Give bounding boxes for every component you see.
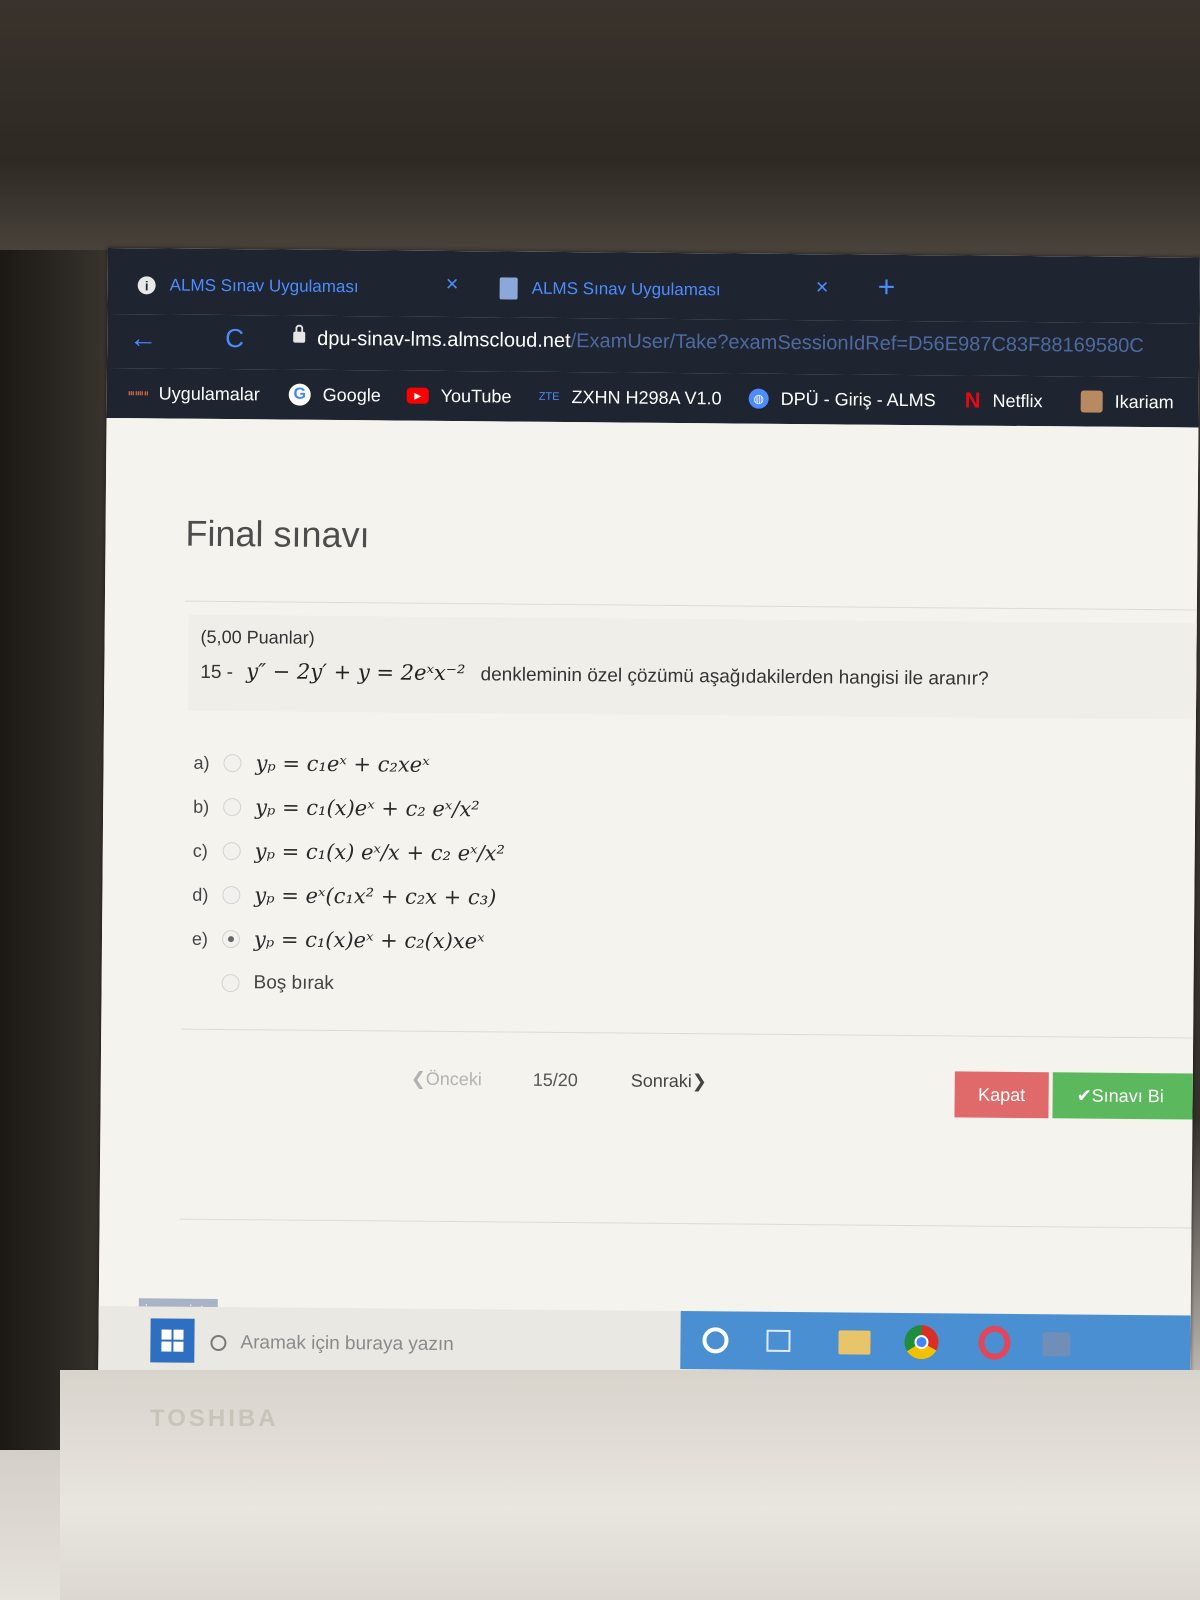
bookmark-label: Netflix — [992, 390, 1043, 411]
option-text: yₚ = eˣ(c₁x² + c₂x + c₃) — [254, 883, 497, 910]
option-a-radio[interactable] — [223, 754, 242, 773]
question-equation: y″ − 2y′ + y = 2eˣx⁻² — [246, 659, 466, 686]
exam-page: Final sınavı (5,00 Puanlar) 15 - y″ − 2y… — [98, 417, 1200, 1388]
url-path: /ExamUser/Take?examSessionIdRef=D56E987C… — [570, 330, 1144, 358]
question-number: 15 - — [200, 661, 234, 684]
question-points: (5,00 Puanlar) — [200, 626, 315, 648]
search-placeholder: Aramak için buraya yazın — [240, 1332, 454, 1356]
netflix-icon: N — [964, 387, 981, 413]
previous-button[interactable]: ❮Önceki — [411, 1069, 482, 1091]
question-line: 15 - y″ − 2y′ + y = 2eˣx⁻² denkleminin ö… — [200, 659, 989, 691]
apps-icon — [128, 384, 147, 402]
option-b-radio[interactable] — [223, 798, 242, 817]
option-letter: e) — [191, 928, 209, 949]
divider — [179, 1218, 1200, 1230]
bookmark-label: Ikariam — [1114, 391, 1174, 412]
taskbar-apps — [680, 1311, 1191, 1374]
bookmark-google[interactable]: G Google — [288, 382, 381, 409]
option-text: yₚ = c₁(x)eˣ + c₂ eˣ/x² — [255, 795, 480, 822]
option-letter: a) — [193, 752, 210, 773]
bookmark-youtube[interactable]: ▶ YouTube — [406, 383, 512, 410]
cortana-icon[interactable] — [702, 1327, 729, 1354]
option-text: yₚ = c₁(x) eˣ/x + c₂ eˣ/x² — [254, 839, 505, 866]
divider — [184, 600, 1200, 612]
answer-options: a) yₚ = c₁eˣ + c₂xeˣ b) yₚ = c₁(x)eˣ + c… — [191, 741, 505, 1008]
google-icon: G — [288, 383, 311, 406]
bookmark-zte[interactable]: ZTE ZXHN H298A V1.0 — [539, 384, 722, 412]
question-box: (5,00 Puanlar) 15 - y″ − 2y′ + y = 2eˣx⁻… — [187, 614, 1200, 721]
info-icon: i — [137, 276, 156, 295]
reload-icon[interactable]: C — [225, 323, 244, 354]
finish-exam-button[interactable]: ✔Sınavı Bi — [1052, 1072, 1200, 1120]
option-c-radio[interactable] — [222, 842, 241, 861]
windows-icon — [161, 1329, 184, 1352]
device-brand: TOSHIBA — [150, 1405, 279, 1432]
tab-title: ALMS Sınav Uygulaması — [531, 278, 721, 300]
option-e[interactable]: e) yₚ = c₁(x)eˣ + c₂(x)xeˣ — [192, 917, 504, 964]
file-explorer-icon[interactable] — [838, 1330, 871, 1355]
divider — [181, 1028, 1200, 1040]
option-d[interactable]: d) yₚ = eˣ(c₁x² + c₂x + c₃) — [192, 873, 504, 920]
option-letter: b) — [193, 796, 210, 817]
bookmark-label: YouTube — [440, 385, 512, 407]
option-e-radio[interactable] — [221, 930, 241, 949]
new-tab-icon[interactable]: + — [878, 271, 896, 305]
chrome-icon[interactable] — [904, 1324, 939, 1360]
address-bar-row: ← C dpu-sinav-lms.almscloud.net/ExamUser… — [106, 313, 1200, 378]
url-host: dpu-sinav-lms.almscloud.net — [317, 327, 571, 353]
option-blank-radio[interactable] — [221, 974, 240, 993]
browser-tab-bar: i ALMS Sınav Uygulaması × ALMS Sınav Uyg… — [107, 248, 1200, 324]
option-text: Boş bırak — [253, 972, 334, 994]
bookmark-label: Uygulamalar — [158, 382, 260, 404]
option-blank[interactable]: Boş bırak — [191, 961, 503, 1008]
start-button[interactable] — [150, 1318, 195, 1363]
bookmark-label: ZXHN H298A V1.0 — [571, 386, 722, 408]
question-text: denkleminin özel çözümü aşağıdakilerden … — [480, 664, 989, 690]
laptop-screen: i ALMS Sınav Uygulaması × ALMS Sınav Uyg… — [98, 248, 1200, 1388]
browser-tab-1[interactable]: i ALMS Sınav Uygulaması — [137, 270, 359, 302]
option-text: yₚ = c₁eˣ + c₂xeˣ — [255, 751, 430, 777]
document-icon — [499, 277, 518, 300]
globe-icon: ◍ — [748, 388, 769, 409]
next-button[interactable]: Sonraki❯ — [631, 1071, 707, 1093]
search-icon — [210, 1334, 227, 1352]
option-text: yₚ = c₁(x)eˣ + c₂(x)xeˣ — [253, 927, 485, 954]
lock-icon — [293, 331, 306, 343]
bookmark-netflix[interactable]: N Netflix — [965, 387, 1043, 414]
taskbar-search[interactable]: Aramak için buraya yazın — [210, 1323, 670, 1367]
opera-icon[interactable] — [978, 1325, 1011, 1360]
close-exam-button[interactable]: Kapat — [954, 1071, 1049, 1119]
close-tab-2-icon[interactable]: × — [816, 274, 829, 300]
bookmark-ikariam[interactable]: Ikariam — [1080, 388, 1174, 415]
task-view-icon[interactable] — [766, 1329, 791, 1352]
url-field[interactable]: dpu-sinav-lms.almscloud.net/ExamUser/Tak… — [317, 328, 1144, 358]
page-title: Final sınavı — [185, 512, 370, 556]
back-arrow-icon[interactable]: ← — [129, 322, 157, 354]
option-a[interactable]: a) yₚ = c₁eˣ + c₂xeˣ — [193, 741, 505, 788]
bookmark-dpu[interactable]: ◍ DPÜ - Giriş - ALMS — [748, 386, 936, 414]
zte-icon: ZTE — [538, 390, 560, 403]
close-tab-1-icon[interactable]: × — [446, 271, 459, 297]
option-letter: d) — [192, 884, 209, 905]
youtube-icon: ▶ — [406, 387, 429, 404]
store-icon[interactable] — [1042, 1332, 1071, 1357]
option-b[interactable]: b) yₚ = c₁(x)eˣ + c₂ eˣ/x² — [193, 785, 505, 832]
bookmark-label: Google — [322, 384, 381, 405]
question-counter: 15/20 — [532, 1069, 578, 1091]
option-letter: c) — [192, 840, 208, 861]
bookmark-apps[interactable]: Uygulamalar — [128, 380, 260, 407]
tab-title: ALMS Sınav Uygulaması — [169, 275, 359, 297]
laptop-bezel-left — [0, 250, 112, 1450]
ikariam-icon — [1080, 390, 1103, 413]
bookmark-label: DPÜ - Giriş - ALMS — [780, 388, 936, 410]
option-d-radio[interactable] — [222, 886, 241, 905]
option-c[interactable]: c) yₚ = c₁(x) eˣ/x + c₂ eˣ/x² — [193, 829, 505, 876]
browser-tab-2[interactable]: ALMS Sınav Uygulaması — [499, 273, 721, 305]
